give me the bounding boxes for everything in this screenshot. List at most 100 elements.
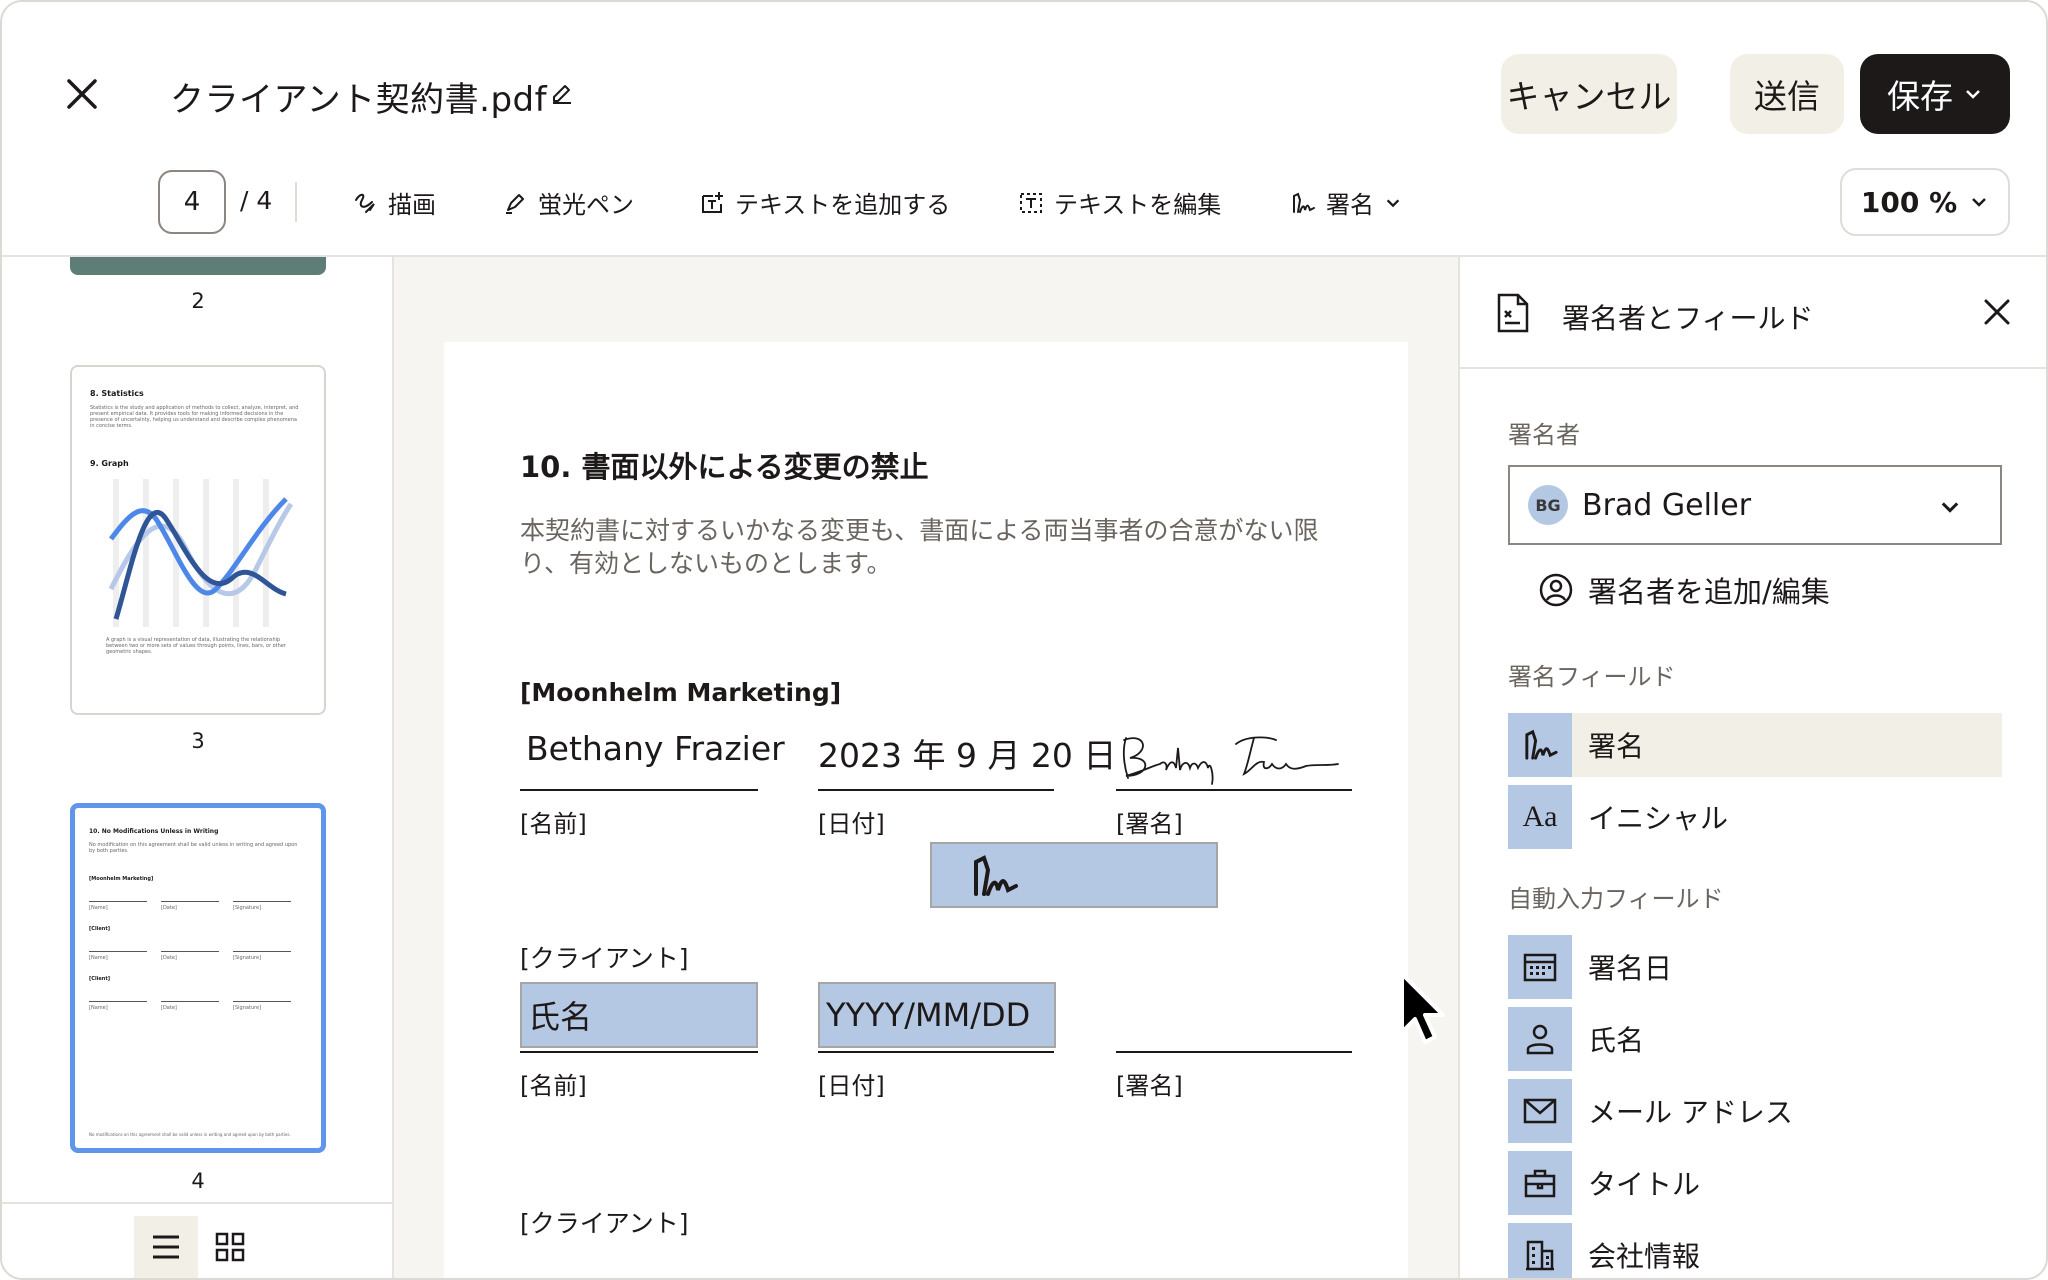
field-company[interactable]: 会社情報: [1508, 1223, 2002, 1278]
thumb-footer: No modifications on this agreement shall…: [89, 1132, 291, 1137]
auto-fields-label: 自動入力フィールド: [1508, 885, 1724, 913]
header: クライアント契約書.pdf キャンセル 送信 保存 4 / 4 描画 蛍光ペン: [2, 2, 2046, 257]
thumb-text: Statistics is the study and application …: [90, 405, 299, 429]
field-underline: [818, 789, 1054, 791]
field-underline: [520, 789, 758, 791]
grid-icon: [215, 1232, 245, 1262]
thumb-heading: 8. Statistics: [90, 389, 144, 398]
thumbnail-view-switcher: [2, 1202, 392, 1278]
field-signature[interactable]: 署名: [1508, 713, 2002, 777]
zoom-value: 100 %: [1860, 185, 1958, 219]
add-text-icon: [702, 191, 723, 213]
party-client: [クライアント]: [520, 944, 689, 973]
signature-label: [署名]: [1116, 810, 1183, 838]
cancel-button[interactable]: キャンセル: [1501, 54, 1677, 134]
thumb-field: [Signature]: [233, 1001, 291, 1011]
field-full-name[interactable]: 氏名: [1508, 1007, 2002, 1071]
close-icon[interactable]: [64, 76, 100, 112]
add-signer-label: 署名者を追加/編集: [1588, 575, 1830, 609]
chevron-down-icon: [1966, 90, 1980, 99]
chevron-down-icon: [1386, 199, 1400, 207]
section-body: 本契約書に対するいかなる変更も、書面による両当事者の合意がない限り、有効としない…: [520, 516, 1319, 578]
panel-header: 署名者とフィールド: [1460, 257, 2046, 369]
save-button[interactable]: 保存: [1860, 54, 2010, 134]
close-icon[interactable]: [1982, 297, 2012, 327]
thumb-text: No modification on this agreement shall …: [89, 842, 298, 854]
field-label: メール アドレス: [1588, 1096, 1793, 1129]
name-value: Bethany Frazier: [526, 729, 785, 768]
document-icon: [1497, 293, 1529, 333]
highlighter-label: 蛍光ペン: [538, 191, 634, 219]
briefcase-icon: [1508, 1151, 1572, 1215]
edit-text-tool[interactable]: テキストを編集: [1018, 185, 1221, 220]
panel-title: 署名者とフィールド: [1562, 302, 1814, 335]
signature-field-being-dragged[interactable]: [930, 842, 1218, 908]
date-placeholder-field[interactable]: YYYY/MM/DD: [818, 982, 1056, 1048]
user-circle-icon: [1539, 573, 1573, 607]
document-title: クライアント契約書.pdf: [170, 80, 548, 120]
name-label: [名前]: [520, 1072, 587, 1100]
field-sign-date[interactable]: 署名日: [1508, 935, 2002, 999]
thumb-graph: [108, 479, 294, 627]
thumbnail-page-3[interactable]: 8. Statistics Statistics is the study an…: [70, 365, 326, 715]
draw-tool[interactable]: 描画: [352, 185, 436, 220]
envelope-icon: [1508, 1079, 1572, 1143]
signature-label: [署名]: [1116, 1072, 1183, 1100]
thumb-field: [Date]: [161, 951, 219, 961]
field-email[interactable]: メール アドレス: [1508, 1079, 2002, 1143]
signature-icon: [1508, 713, 1572, 777]
page-number-input[interactable]: 4: [158, 170, 226, 234]
rename-pencil-icon[interactable]: [550, 81, 574, 105]
app-window: クライアント契約書.pdf キャンセル 送信 保存 4 / 4 描画 蛍光ペン: [0, 0, 2048, 1280]
thumbnail-label: 3: [191, 729, 205, 753]
add-text-tool[interactable]: テキストを追加する: [699, 185, 950, 220]
date-value: 2023 年 9 月 20 日: [818, 736, 1117, 775]
mouse-cursor-icon: [1400, 972, 1445, 1044]
thumb-field: [Date]: [161, 1001, 219, 1011]
building-icon: [1508, 1223, 1572, 1278]
text-aa-icon: Aa: [1508, 785, 1572, 849]
field-label: 署名日: [1588, 952, 1673, 985]
field-underline: [520, 1051, 758, 1053]
thumbnail-page-4[interactable]: 10. No Modifications Unless in Writing N…: [70, 803, 326, 1153]
add-text-label: テキストを追加する: [735, 191, 951, 219]
party-client: [クライアント]: [520, 1209, 689, 1238]
toolbar-divider: [295, 182, 297, 222]
highlighter-tool[interactable]: 蛍光ペン: [502, 185, 634, 220]
zoom-dropdown[interactable]: 100 %: [1840, 168, 2010, 236]
edit-text-icon: [1020, 192, 1042, 213]
document-canvas: 10. 書面以外による変更の禁止 本契約書に対するいかなる変更も、書面による両当…: [394, 257, 1458, 1278]
name-label: [名前]: [520, 810, 587, 838]
signer-dropdown[interactable]: BG Brad Geller: [1508, 465, 2002, 545]
list-view-button[interactable]: [134, 1216, 198, 1278]
avatar: BG: [1528, 485, 1568, 525]
thumbnail-label: 4: [191, 1169, 205, 1193]
thumb-field: [Signature]: [233, 951, 291, 961]
signature-tool-dropdown[interactable]: 署名: [1290, 185, 1402, 220]
person-icon: [1508, 1007, 1572, 1071]
thumbnail-page-2[interactable]: [70, 257, 326, 275]
field-initials[interactable]: Aa イニシャル: [1508, 785, 2002, 849]
signers-fields-panel: 署名者とフィールド 署名者 BG Brad Geller 署名者を追加/編集 署…: [1458, 257, 2046, 1278]
signature-fields-label: 署名フィールド: [1508, 663, 1676, 691]
list-icon: [153, 1235, 179, 1259]
signature-icon: [974, 855, 1018, 896]
grid-view-button[interactable]: [214, 1216, 246, 1278]
date-label: [日付]: [818, 1072, 885, 1100]
signers-section-label: 署名者: [1508, 421, 1580, 449]
draw-label: 描画: [388, 191, 436, 219]
field-underline: [1116, 1051, 1352, 1053]
chevron-down-icon: [1941, 502, 1959, 513]
field-title[interactable]: タイトル: [1508, 1151, 2002, 1215]
chevron-down-icon: [1972, 198, 1987, 207]
send-button[interactable]: 送信: [1730, 54, 1844, 134]
thumb-field: [Signature]: [233, 901, 291, 911]
add-edit-signer-link[interactable]: 署名者を追加/編集: [1538, 569, 1830, 611]
draw-icon: [355, 193, 375, 213]
thumb-heading: 10. No Modifications Unless in Writing: [89, 828, 219, 835]
name-placeholder-field[interactable]: 氏名: [520, 982, 758, 1048]
date-label: [日付]: [818, 810, 885, 838]
field-label: 氏名: [1588, 1024, 1645, 1057]
save-button-label: 保存: [1887, 77, 1953, 116]
edit-text-label: テキストを編集: [1054, 191, 1222, 219]
